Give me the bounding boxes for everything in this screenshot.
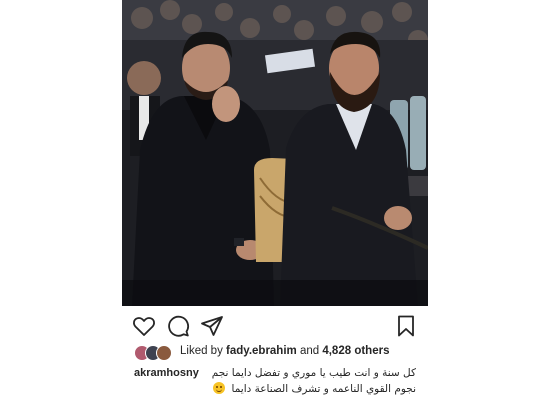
heart-icon[interactable] xyxy=(132,314,156,338)
likes-text: Liked by fady.ebrahim and 4,828 others xyxy=(180,345,389,357)
likes-count-link[interactable]: 4,828 others xyxy=(322,345,389,357)
liker-avatars[interactable] xyxy=(134,345,174,361)
caption-line-1: akramhosny كل سنة و انت طيب يا موري و تف… xyxy=(134,366,416,381)
caption-username[interactable]: akramhosny xyxy=(134,366,199,381)
bookmark-icon[interactable] xyxy=(394,314,418,338)
instagram-post: Liked by fady.ebrahim and 4,828 others a… xyxy=(122,0,428,400)
liked-by-user-link[interactable]: fady.ebrahim xyxy=(226,345,297,357)
caption-line-2: نجوم القوي الناعمه و تشرف الصناعة دايما xyxy=(213,382,416,397)
share-icon[interactable] xyxy=(200,314,224,338)
caption-text-line-2: نجوم القوي الناعمه و تشرف الصناعة دايما xyxy=(231,383,416,395)
post-photo[interactable] xyxy=(122,0,428,306)
action-bar xyxy=(122,312,428,340)
caption-text-line-1: كل سنة و انت طيب يا موري و تفضل دايما نج… xyxy=(211,367,416,379)
comment-icon[interactable] xyxy=(166,314,190,338)
smile-emoji-icon xyxy=(213,382,226,394)
likes-prefix: Liked by xyxy=(180,345,227,357)
likes-row: Liked by fady.ebrahim and 4,828 others xyxy=(134,344,428,362)
photo-illustration xyxy=(122,0,428,306)
likes-middle: and xyxy=(296,345,323,357)
avatar xyxy=(156,345,172,361)
